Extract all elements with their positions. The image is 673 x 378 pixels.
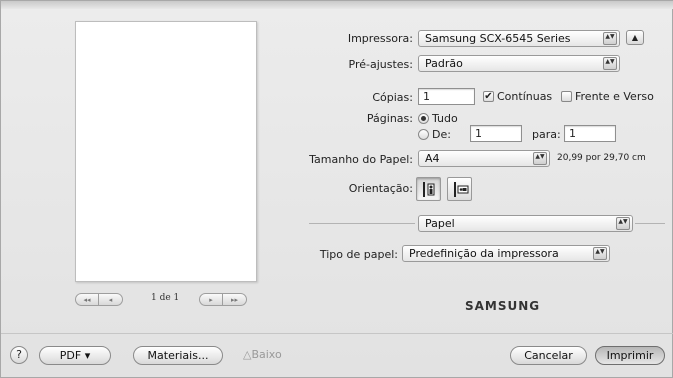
pages-range-radio[interactable] xyxy=(418,129,429,140)
divider-left xyxy=(309,223,415,224)
pages-from-field[interactable]: 1 xyxy=(470,125,522,142)
disclosure-triangle-icon[interactable]: ▲ xyxy=(626,30,644,45)
supply-level-label: Baixo xyxy=(251,348,282,361)
printer-popup[interactable]: Samsung SCX-6545 Series ▲▼ xyxy=(418,30,620,47)
samsung-logo: SAMSUNG xyxy=(465,299,541,313)
preview-nav-forward: ▸ ▸▸ xyxy=(199,293,247,307)
landscape-icon xyxy=(454,182,469,197)
supplies-button[interactable]: Materiais... xyxy=(133,346,223,365)
duplex-label: Frente e Verso xyxy=(575,90,654,103)
help-icon[interactable]: ? xyxy=(10,346,28,364)
pdf-menu-button[interactable]: PDF ▾ xyxy=(39,346,111,365)
presets-popup[interactable]: Padrão ▲▼ xyxy=(418,55,620,72)
orientation-label: Orientação: xyxy=(348,182,413,195)
copies-label: Cópias: xyxy=(372,91,413,104)
paper-dimensions: 20,99 por 29,70 cm xyxy=(557,153,646,163)
cancel-button[interactable]: Cancelar xyxy=(510,346,587,365)
previous-page-button[interactable]: ◂ xyxy=(99,293,123,306)
paper-size-value: A4 xyxy=(425,152,440,165)
pages-to-label: para: xyxy=(532,128,561,141)
portrait-icon xyxy=(423,182,435,197)
divider-right xyxy=(635,223,665,224)
copies-field[interactable]: 1 xyxy=(418,88,475,105)
page-preview xyxy=(75,21,257,282)
presets-value: Padrão xyxy=(425,57,463,70)
popup-arrows-icon: ▲▼ xyxy=(533,152,547,165)
popup-arrows-icon: ▲▼ xyxy=(616,217,630,230)
next-page-button[interactable]: ▸ xyxy=(199,293,223,306)
presets-label: Pré-ajustes: xyxy=(348,58,413,71)
footer-divider xyxy=(1,333,673,334)
paper-size-label: Tamanho do Papel: xyxy=(309,153,413,166)
print-dialog: ◂◂ ◂ 1 de 1 ▸ ▸▸ Impressora: Samsung SCX… xyxy=(0,0,673,378)
duplex-checkbox[interactable] xyxy=(561,91,572,102)
paper-type-value: Predefinição da impressora xyxy=(409,247,559,260)
page-counter: 1 de 1 xyxy=(151,293,180,303)
pages-to-field[interactable]: 1 xyxy=(564,125,616,142)
paper-size-popup[interactable]: A4 ▲▼ xyxy=(418,150,550,167)
popup-arrows-icon: ▲▼ xyxy=(603,57,617,70)
pages-label: Páginas: xyxy=(366,112,413,125)
pages-from-label: De: xyxy=(432,128,451,141)
panel-popup[interactable]: Papel ▲▼ xyxy=(418,215,633,232)
pages-all-radio[interactable] xyxy=(418,113,429,124)
printer-label: Impressora: xyxy=(347,32,413,45)
paper-type-label: Tipo de papel: xyxy=(319,248,398,261)
collated-label: Contínuas xyxy=(497,90,553,103)
supply-level: △Baixo xyxy=(243,348,282,361)
first-page-button[interactable]: ◂◂ xyxy=(75,293,99,306)
preview-nav-back: ◂◂ ◂ xyxy=(75,293,123,307)
panel-value: Papel xyxy=(425,217,455,230)
popup-arrows-icon: ▲▼ xyxy=(603,32,617,45)
pages-all-label: Tudo xyxy=(432,112,458,125)
printer-value: Samsung SCX-6545 Series xyxy=(425,32,571,45)
portrait-button[interactable] xyxy=(416,177,441,201)
print-button[interactable]: Imprimir xyxy=(595,346,665,365)
popup-arrows-icon: ▲▼ xyxy=(593,247,607,260)
landscape-button[interactable] xyxy=(447,177,472,201)
title-bar xyxy=(1,1,673,9)
collated-checkbox[interactable]: ✔ xyxy=(483,91,494,102)
last-page-button[interactable]: ▸▸ xyxy=(223,293,247,306)
paper-type-popup[interactable]: Predefinição da impressora ▲▼ xyxy=(402,245,610,262)
